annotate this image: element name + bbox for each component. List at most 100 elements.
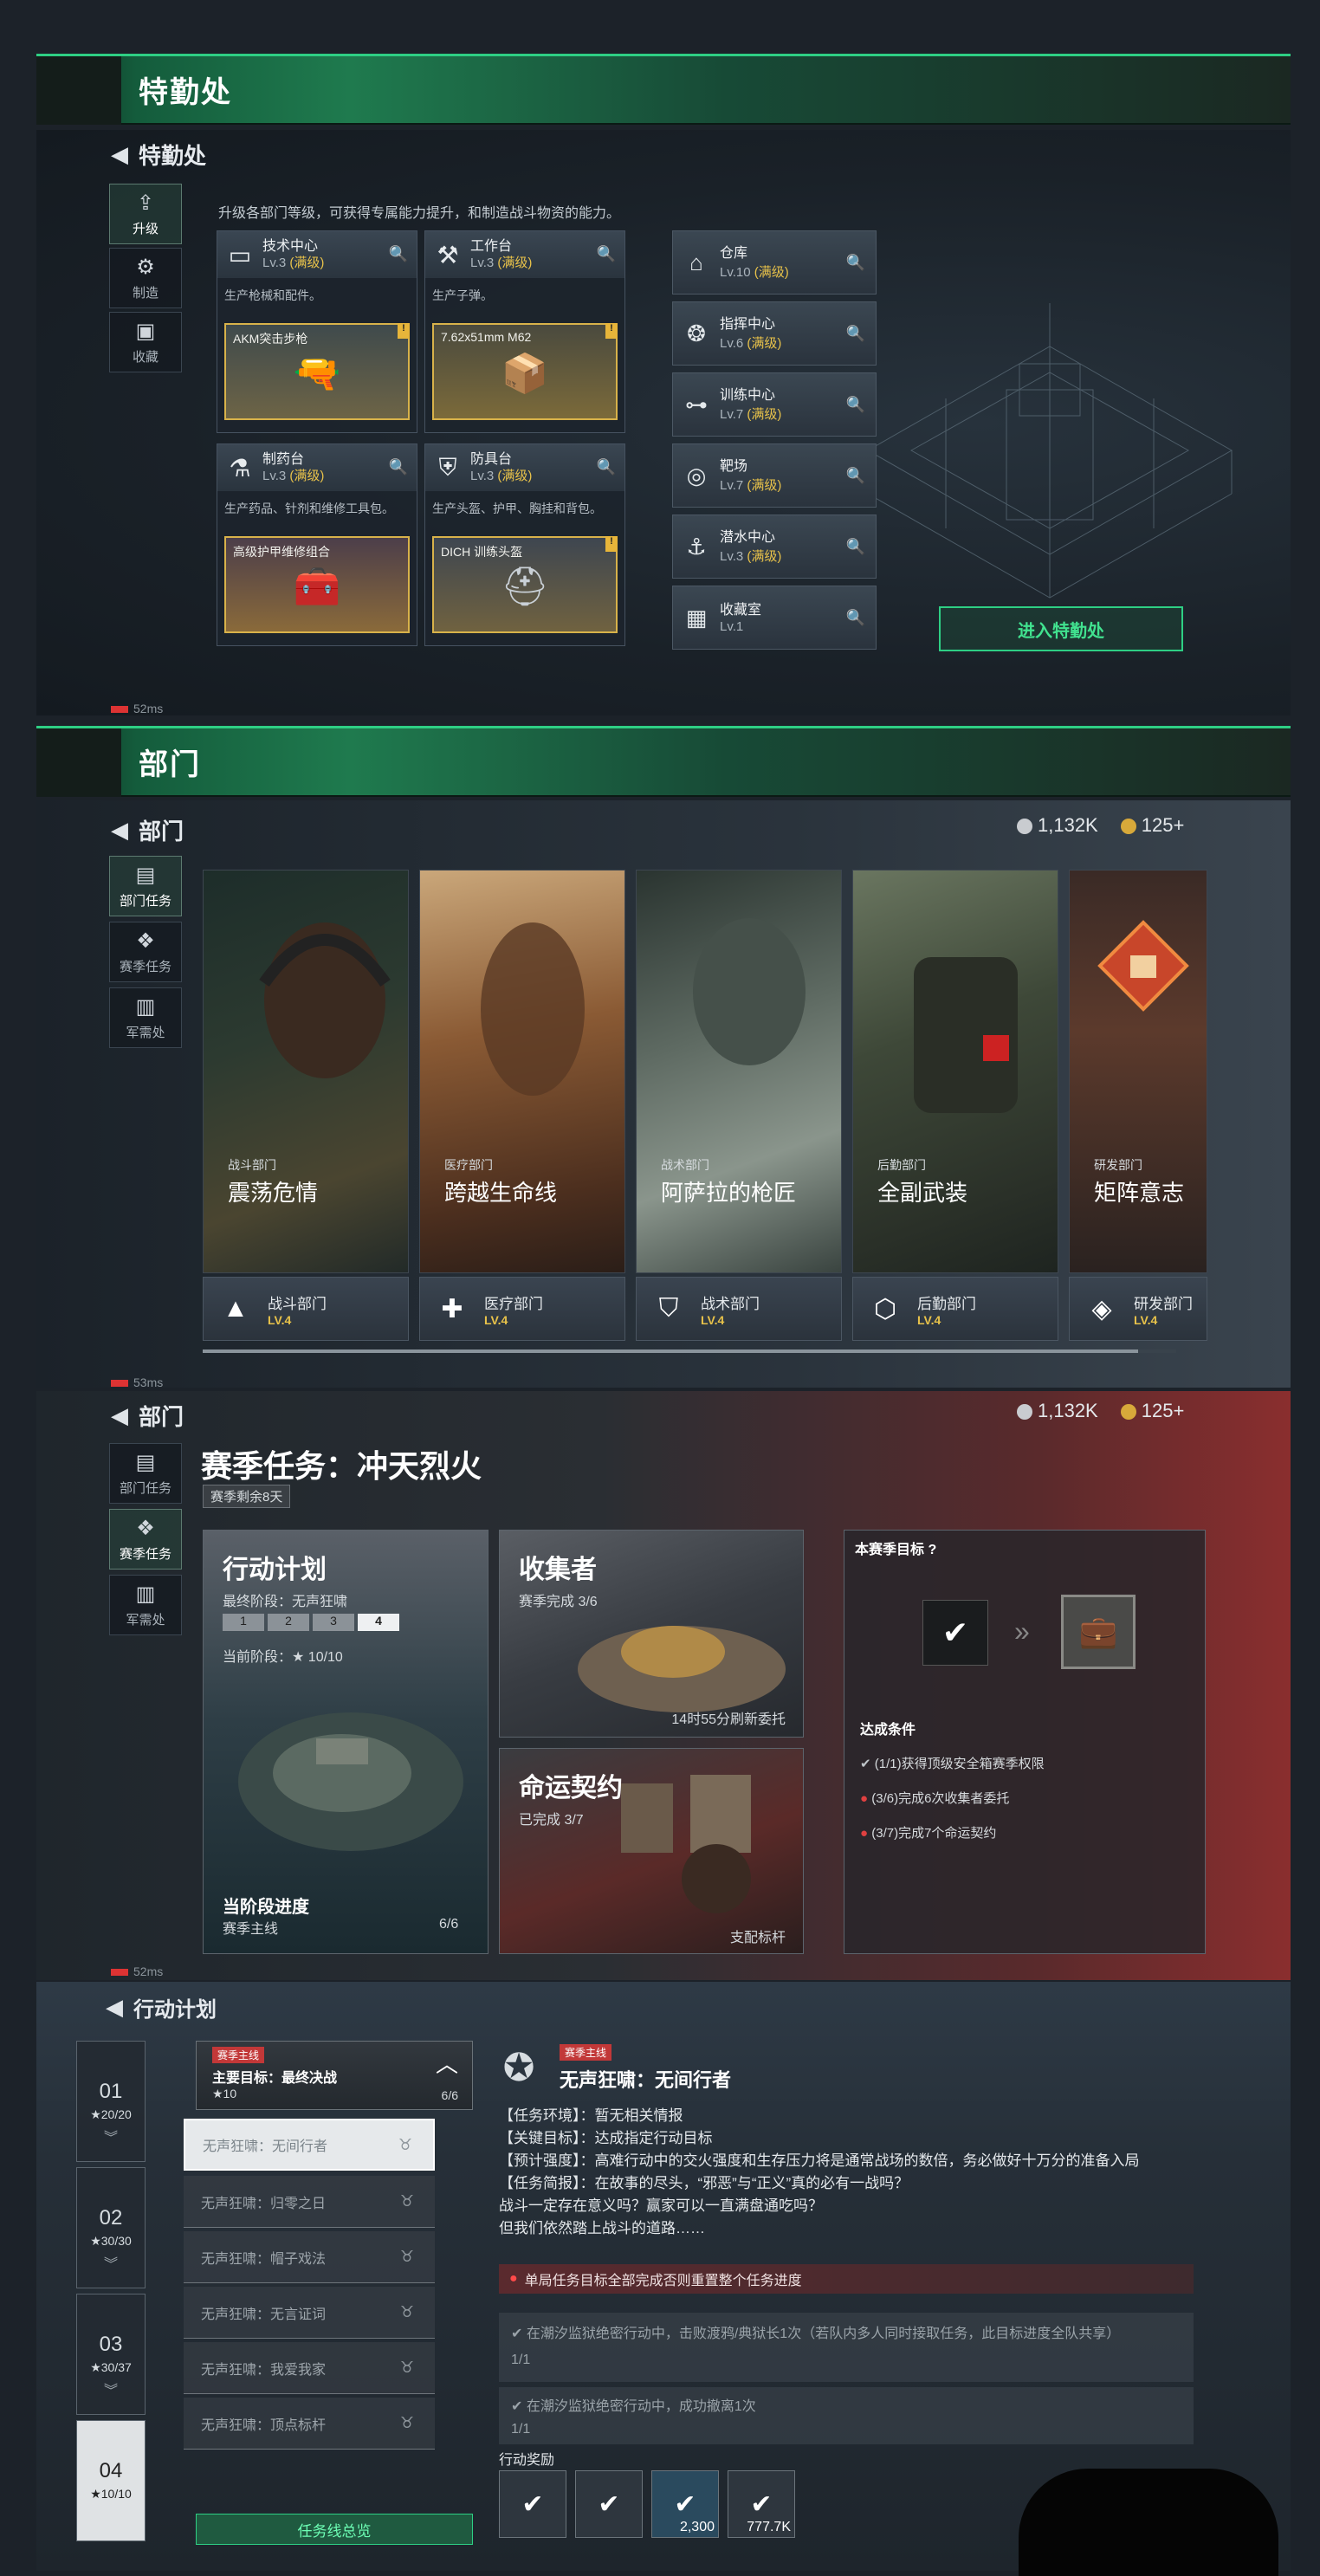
facility-warehouse[interactable]: ⌂ 仓库 Lv.10 (满级) 🔍 xyxy=(672,230,877,294)
magnify-icon[interactable]: 🔍 xyxy=(846,609,865,627)
dept-foot-logistics[interactable]: ⬡ 后勤部门 LV.4 xyxy=(852,1277,1058,1341)
dept-foot-tactical[interactable]: ⛉ 战术部门 LV.4 xyxy=(636,1277,842,1341)
product-slot[interactable]: ! DICH 训练头盔 ⛑ xyxy=(432,536,618,633)
dept-card-medical[interactable]: 医疗部门 跨越生命线 xyxy=(419,870,625,1273)
task-item-selected[interactable]: 无声狂啸：无间行者 ♉ xyxy=(184,2119,435,2171)
ping-indicator: 52ms xyxy=(111,1964,163,1978)
side-label: 部门任务 xyxy=(119,894,171,909)
plan-step: 2 xyxy=(268,1614,309,1631)
plan-step-bar: 1 2 3 4 xyxy=(223,1614,399,1631)
objective-count: 1/1 xyxy=(511,2353,531,2367)
magnify-icon[interactable]: 🔍 xyxy=(846,538,865,556)
back-arrow-icon[interactable]: ◀ xyxy=(111,141,128,168)
side-supply[interactable]: ▥ 军需处 xyxy=(109,1575,182,1635)
season-plan-card[interactable]: 行动计划 最终阶段：无声狂啸 1 2 3 4 当前阶段：★ 10/10 当阶段进… xyxy=(203,1530,489,1954)
side-craft[interactable]: ⚙ 制造 xyxy=(109,248,182,308)
magnify-icon[interactable]: 🔍 xyxy=(846,325,865,343)
dept-card-tactical[interactable]: 战术部门 阿萨拉的枪匠 xyxy=(636,870,842,1273)
side-dept-task[interactable]: ▤ 部门任务 xyxy=(109,1443,182,1504)
stage-01[interactable]: 01 ★20/20 ︾ xyxy=(76,2041,146,2162)
magnify-icon[interactable]: 🔍 xyxy=(597,458,616,476)
main-objective[interactable]: 赛季主线 主要目标：最终决战 ★10 ︿ 6/6 xyxy=(196,2041,473,2110)
product-slot[interactable]: ! AKM突击步枪 🔫 xyxy=(224,323,410,420)
facility-workbench[interactable]: ⚒ 工作台 Lv.3 (满级) 🔍 生产子弹。 ! 7.62x51mm M62 📦 xyxy=(424,230,625,433)
facility-command[interactable]: ❂ 指挥中心 Lv.6 (满级) 🔍 xyxy=(672,301,877,366)
banner-bar xyxy=(36,728,121,797)
magnify-icon[interactable]: 🔍 xyxy=(597,245,616,263)
reward-slot[interactable]: ✔ xyxy=(575,2470,643,2538)
product-name: AKM突击步枪 xyxy=(233,332,308,346)
side-dept-task[interactable]: ▤ 部门任务 xyxy=(109,856,182,916)
facility-range[interactable]: ◎ 靶场 Lv.7 (满级) 🔍 xyxy=(672,443,877,508)
side-season-task[interactable]: ❖ 赛季任务 xyxy=(109,922,182,982)
reward-qty: 2,300 xyxy=(679,2520,715,2534)
fate-card[interactable]: 命运契约 已完成 3/7 支配标杆 xyxy=(499,1748,804,1954)
facility-dive[interactable]: ⚓ 潜水中心 Lv.3 (满级) 🔍 xyxy=(672,515,877,579)
task-item[interactable]: 无声狂啸：帽子戏法 ♉ xyxy=(184,2231,435,2283)
task-item[interactable]: 无声狂啸：顶点标杆 ♉ xyxy=(184,2398,435,2450)
plan-step-current: 4 xyxy=(358,1614,399,1631)
dept-card-logistics[interactable]: 后勤部门 全副武装 xyxy=(852,870,1058,1273)
stage-04-active[interactable]: 04 ★10/10 xyxy=(76,2420,146,2541)
side-collect[interactable]: ▣ 收藏 xyxy=(109,312,182,372)
stage-stars: ★10/10 xyxy=(90,2487,132,2501)
warehouse-icon: ⌂ xyxy=(689,249,703,275)
facility-pharmacy[interactable]: ⚗ 制药台 Lv.3 (满级) 🔍 生产药品、针剂和维修工具包。 高级护甲维修组合 🧰 xyxy=(217,443,417,646)
dept-banner: 部门 xyxy=(36,726,1291,797)
currency-bar: 1,132K 125+ xyxy=(1017,814,1184,837)
dept-foot-level: LV.4 xyxy=(701,1312,725,1327)
facility-max: (满级) xyxy=(747,335,782,351)
stage-03[interactable]: 03 ★30/37 ︾ xyxy=(76,2294,146,2415)
magnify-icon[interactable]: 🔍 xyxy=(846,396,865,414)
back-arrow-icon[interactable]: ◀ xyxy=(111,817,128,844)
stage-02[interactable]: 02 ★30/30 ︾ xyxy=(76,2167,146,2288)
side-craft-label: 制造 xyxy=(132,286,159,301)
dept-foot-medical[interactable]: ✚ 医疗部门 LV.4 xyxy=(419,1277,625,1341)
back-arrow-icon[interactable]: ◀ xyxy=(106,1994,123,2021)
dept-foot-combat[interactable]: ▲ 战斗部门 LV.4 xyxy=(203,1277,409,1341)
scrollbar[interactable] xyxy=(203,1349,1176,1353)
task-item[interactable]: 无声狂啸：归零之日 ♉ xyxy=(184,2176,435,2228)
magnify-icon[interactable]: 🔍 xyxy=(389,458,408,476)
magnify-icon[interactable]: 🔍 xyxy=(846,254,865,272)
showcase-icon: ▦ xyxy=(685,604,708,631)
product-slot[interactable]: 高级护甲维修组合 🧰 xyxy=(224,536,410,633)
currency-a: 1,132K xyxy=(1038,1400,1098,1421)
facility-collection-room[interactable]: ▦ 收藏室 Lv.1 🔍 xyxy=(672,586,877,650)
reward-slot[interactable]: ✔ xyxy=(499,2470,566,2538)
reward-slot[interactable]: ✔ 777.7K xyxy=(728,2470,795,2538)
facility-name: 潜水中心 xyxy=(720,529,776,545)
hq-header[interactable]: ◀ 特勤处 xyxy=(111,139,206,171)
task-item[interactable]: 无声狂啸：无言证词 ♉ xyxy=(184,2287,435,2339)
side-supply[interactable]: ▥ 军需处 xyxy=(109,987,182,1048)
side-upgrade[interactable]: ⇪ 升级 xyxy=(109,184,182,244)
banner-title: 特勤处 xyxy=(139,76,232,109)
magnify-icon[interactable]: 🔍 xyxy=(389,245,408,263)
facility-tech-center[interactable]: ▭ 技术中心 Lv.3 (满级) 🔍 生产枪械和配件。 ! AKM突击步枪 🔫 xyxy=(217,230,417,433)
season-icon: ❖ xyxy=(136,1517,155,1540)
back-arrow-icon[interactable]: ◀ xyxy=(111,1402,128,1429)
enter-hq-button[interactable]: 进入特勤处 xyxy=(939,606,1183,651)
collapse-chevron-icon[interactable]: ︿ xyxy=(436,2047,458,2079)
plan-header[interactable]: ◀ 行动计划 xyxy=(106,1992,217,2023)
facility-armor-bench[interactable]: ⛨ 防具台 Lv.3 (满级) 🔍 生产头盔、护甲、胸挂和背包。 ! DICH 训练头盔… xyxy=(424,443,625,646)
facility-training[interactable]: ⊶ 训练中心 Lv.7 (满级) 🔍 xyxy=(672,372,877,437)
repair-kit-icon: 🧰 xyxy=(293,566,341,608)
hq-panel: ◀ 特勤处 ⇪ 升级 ⚙ 制造 ▣ 收藏 升级各部门等级，可获得专属能力提升，和制造战… xyxy=(36,130,1291,715)
facility-max: (满级) xyxy=(754,264,789,280)
facility-name: 防具台 xyxy=(470,452,513,467)
task-item[interactable]: 无声狂啸：我爱我家 ♉ xyxy=(184,2342,435,2394)
reward-slot[interactable]: ✔ 2,300 xyxy=(651,2470,719,2538)
task-overview-button[interactable]: 任务线总览 xyxy=(196,2514,473,2545)
season-header[interactable]: ◀ 部门 xyxy=(111,1400,184,1432)
evidence-wall-icon xyxy=(621,1775,751,1913)
dept-foot-research[interactable]: ◈ 研发部门 LV.4 xyxy=(1069,1277,1207,1341)
help-icon[interactable]: ? xyxy=(928,1543,936,1557)
product-slot[interactable]: ! 7.62x51mm M62 📦 xyxy=(432,323,618,420)
magnify-icon[interactable]: 🔍 xyxy=(846,467,865,485)
collector-card[interactable]: 收集者 赛季完成 3/6 14时55分刷新委托 xyxy=(499,1530,804,1738)
side-season-task[interactable]: ❖ 赛季任务 xyxy=(109,1509,182,1570)
dept-card-combat[interactable]: 战斗部门 震荡危情 xyxy=(203,870,409,1273)
dept-header[interactable]: ◀ 部门 xyxy=(111,814,184,846)
dept-card-research[interactable]: 研发部门 矩阵意志 xyxy=(1069,870,1207,1273)
